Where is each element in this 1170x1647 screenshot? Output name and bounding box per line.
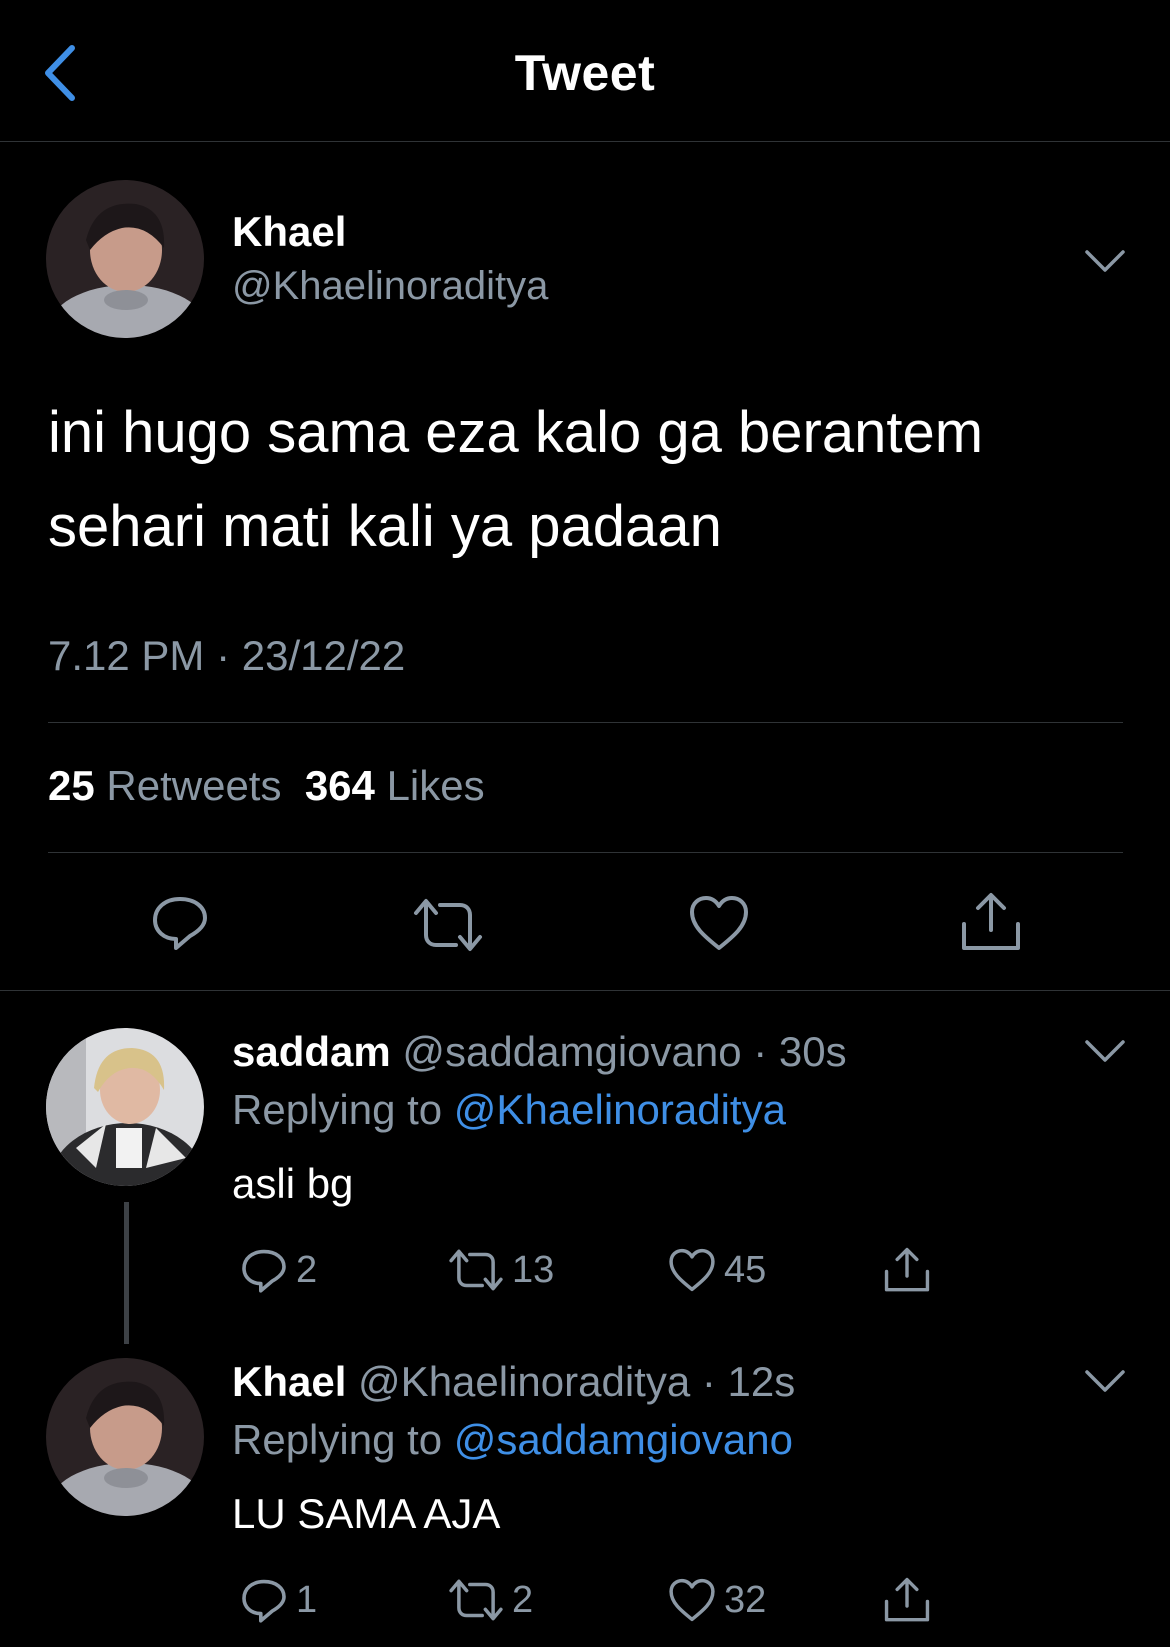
avatar[interactable] bbox=[46, 180, 204, 338]
top-bar: Tweet bbox=[0, 0, 1170, 142]
replying-to-label: Replying to bbox=[232, 1086, 443, 1133]
reply-icon bbox=[242, 1249, 286, 1293]
divider bbox=[48, 852, 1123, 853]
reply-author-name[interactable]: saddam bbox=[232, 1028, 391, 1075]
avatar[interactable] bbox=[46, 1028, 204, 1186]
like-count: 45 bbox=[724, 1248, 767, 1291]
reply-time: · 12s bbox=[701, 1358, 796, 1405]
reply-time: · 30s bbox=[753, 1028, 847, 1075]
chevron-down-icon[interactable] bbox=[1083, 1036, 1127, 1066]
retweet-icon[interactable] bbox=[412, 897, 484, 958]
share-icon bbox=[884, 1577, 930, 1622]
chevron-down-icon[interactable] bbox=[1083, 246, 1127, 276]
reply-text: asli bg bbox=[232, 1160, 354, 1207]
like-button[interactable]: 32 bbox=[668, 1570, 766, 1630]
reply-button[interactable]: 2 bbox=[240, 1240, 317, 1300]
tweet-text-line: ini hugo sama eza kalo ga berantem bbox=[48, 400, 984, 465]
reply-icon bbox=[242, 1579, 286, 1623]
reply-action-bar: 1 2 32 bbox=[232, 1570, 1132, 1630]
retweets-count[interactable]: 25 bbox=[48, 762, 95, 809]
share-button[interactable] bbox=[882, 1570, 940, 1630]
main-tweet: Khael @Khaelinoraditya ini hugo sama eza… bbox=[0, 142, 1170, 991]
reply-text: LU SAMA AJA bbox=[232, 1490, 501, 1537]
tweet-stats: 25 Retweets 364 Likes bbox=[48, 762, 485, 810]
reply-header: saddam @saddamgiovano · 30s bbox=[232, 1028, 847, 1076]
likes-count[interactable]: 364 bbox=[305, 762, 375, 809]
tweet-text: ini hugo sama eza kalo ga berantem sehar… bbox=[48, 386, 1128, 574]
reply-author-handle[interactable]: @saddamgiovano bbox=[402, 1028, 741, 1075]
reply-action-bar: 2 13 45 bbox=[232, 1240, 1132, 1300]
retweet-button[interactable]: 13 bbox=[448, 1240, 554, 1300]
reply-count: 2 bbox=[296, 1248, 318, 1291]
retweet-count: 2 bbox=[512, 1578, 534, 1621]
reply-count: 1 bbox=[296, 1578, 318, 1621]
likes-label[interactable]: Likes bbox=[387, 762, 485, 809]
retweet-icon bbox=[449, 1579, 503, 1621]
mention-link[interactable]: @Khaelinoraditya bbox=[454, 1086, 786, 1133]
avatar[interactable] bbox=[46, 1358, 204, 1516]
tweet-timestamp[interactable]: 7.12 PM · 23/12/22 bbox=[48, 632, 405, 680]
divider bbox=[48, 722, 1123, 723]
share-button[interactable] bbox=[882, 1240, 940, 1300]
reply-author-name[interactable]: Khael bbox=[232, 1358, 346, 1405]
reply-tweet[interactable]: saddam @saddamgiovano · 30s Replying to … bbox=[0, 1028, 1170, 1344]
page-title: Tweet bbox=[514, 45, 656, 101]
reply-author-handle[interactable]: @Khaelinoraditya bbox=[358, 1358, 690, 1405]
mention-link[interactable]: @saddamgiovano bbox=[454, 1416, 793, 1463]
reply-header: Khael @Khaelinoraditya · 12s bbox=[232, 1358, 795, 1406]
like-button[interactable]: 45 bbox=[668, 1240, 766, 1300]
replying-to: Replying to @Khaelinoraditya bbox=[232, 1086, 786, 1134]
heart-icon bbox=[669, 1578, 715, 1622]
heart-icon bbox=[669, 1248, 715, 1292]
reply-tweet[interactable]: Khael @Khaelinoraditya · 12s Replying to… bbox=[0, 1358, 1170, 1647]
retweets-label[interactable]: Retweets bbox=[106, 762, 281, 809]
heart-icon[interactable] bbox=[688, 894, 750, 957]
replying-to-label: Replying to bbox=[232, 1416, 443, 1463]
replying-to: Replying to @saddamgiovano bbox=[232, 1416, 793, 1464]
retweet-count: 13 bbox=[512, 1248, 555, 1291]
tweet-text-line: sehari mati kali ya padaan bbox=[48, 494, 722, 559]
reply-button[interactable]: 1 bbox=[240, 1570, 317, 1630]
author-handle[interactable]: @Khaelinoraditya bbox=[232, 264, 548, 309]
like-count: 32 bbox=[724, 1578, 767, 1621]
retweet-icon bbox=[449, 1249, 503, 1291]
share-icon[interactable] bbox=[958, 890, 1024, 959]
share-icon bbox=[884, 1247, 930, 1292]
author-name[interactable]: Khael bbox=[232, 208, 346, 256]
chevron-down-icon[interactable] bbox=[1083, 1366, 1127, 1396]
retweet-button[interactable]: 2 bbox=[448, 1570, 533, 1630]
reply-icon[interactable] bbox=[150, 892, 210, 957]
thread-line bbox=[124, 1202, 129, 1344]
